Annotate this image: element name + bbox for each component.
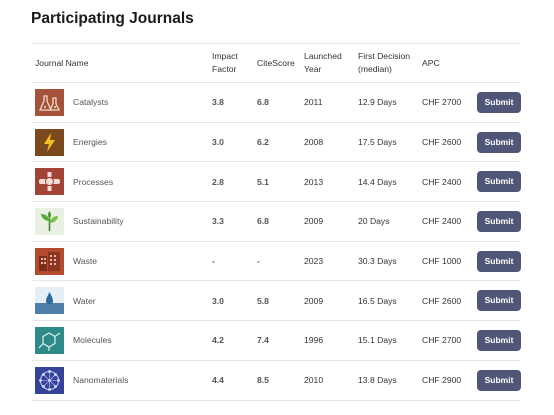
header-action [473,43,521,83]
citescore-value: 7.4 [253,320,300,361]
table-row: Energies 3.0 6.2 2008 17.5 Days CHF 2600… [31,122,521,163]
submit-button-nanomaterials[interactable]: Submit [477,369,521,391]
first-decision-value: 16.5 Days [354,280,418,322]
catalysts-flask-icon[interactable] [35,88,64,116]
impact-factor-value: 3.3 [208,201,253,242]
submit-button-sustainability[interactable]: Submit [477,210,521,232]
action-cell: Submit [473,201,521,242]
submit-button-molecules[interactable]: Submit [477,329,521,351]
apc-value: CHF 2600 [418,280,473,322]
journal-cell: Processes [31,161,208,203]
citescore-value: 8.5 [253,360,300,401]
apc-value: CHF 2700 [418,320,473,361]
table-row: Sustainability 3.3 6.8 2009 20 Days CHF … [31,201,521,242]
journals-table: Journal Name Impact Factor CiteScore Laun… [31,43,521,401]
journal-name-molecules[interactable]: Molecules [73,335,112,345]
apc-value: CHF 2900 [418,360,473,401]
apc-value: CHF 2400 [418,161,473,203]
apc-value: CHF 2600 [418,122,473,163]
action-cell: Submit [473,82,521,123]
citescore-value: 5.1 [253,161,300,203]
journal-name-water[interactable]: Water [73,296,96,306]
submit-button-energies[interactable]: Submit [477,131,521,153]
impact-factor-value: 3.0 [208,122,253,163]
table-row: Nanomaterials 4.4 8.5 2010 13.8 Days CHF… [31,360,521,401]
header-launched-year: Launched Year [300,43,354,83]
water-drop-icon[interactable] [35,287,64,315]
journal-cell: Nanomaterials [31,360,208,401]
action-cell: Submit [473,122,521,163]
nanomaterials-sphere-icon[interactable] [35,366,64,394]
table-row: Waste - - 2023 30.3 Days CHF 1000 Submit [31,241,521,282]
molecules-structure-icon[interactable] [35,326,64,354]
submit-button-catalysts[interactable]: Submit [477,91,521,113]
launched-year-value: 2009 [300,280,354,322]
action-cell: Submit [473,241,521,282]
first-decision-value: 17.5 Days [354,122,418,163]
submit-button-waste[interactable]: Submit [477,250,521,272]
sustainability-plant-icon[interactable] [35,207,64,235]
launched-year-value: 1996 [300,320,354,361]
impact-factor-value: - [208,241,253,282]
journal-name-sustainability[interactable]: Sustainability [73,216,124,226]
impact-factor-value: 4.2 [208,320,253,361]
header-impact-factor: Impact Factor [208,43,253,83]
first-decision-value: 14.4 Days [354,161,418,203]
first-decision-value: 30.3 Days [354,241,418,282]
waste-building-icon[interactable] [35,247,64,275]
first-decision-value: 12.9 Days [354,82,418,123]
page-title: Participating Journals [31,10,194,27]
submit-button-processes[interactable]: Submit [477,171,521,193]
citescore-value: 5.8 [253,280,300,322]
action-cell: Submit [473,161,521,203]
table-row: Molecules 4.2 7.4 1996 15.1 Days CHF 270… [31,320,521,361]
impact-factor-value: 4.4 [208,360,253,401]
first-decision-value: 13.8 Days [354,360,418,401]
launched-year-value: 2011 [300,82,354,123]
launched-year-value: 2013 [300,161,354,203]
journal-cell: Energies [31,122,208,163]
launched-year-value: 2023 [300,241,354,282]
table-row: Processes 2.8 5.1 2013 14.4 Days CHF 240… [31,161,521,203]
first-decision-value: 20 Days [354,201,418,242]
apc-value: CHF 2700 [418,82,473,123]
table-row: Catalysts 3.8 6.8 2011 12.9 Days CHF 270… [31,82,521,123]
citescore-value: - [253,241,300,282]
impact-factor-value: 3.8 [208,82,253,123]
journal-name-waste[interactable]: Waste [73,256,97,266]
header-journal-name: Journal Name [31,43,208,83]
journal-cell: Molecules [31,320,208,361]
journal-cell: Catalysts [31,82,208,123]
table-row: Water 3.0 5.8 2009 16.5 Days CHF 2600 Su… [31,280,521,322]
impact-factor-value: 2.8 [208,161,253,203]
journal-name-catalysts[interactable]: Catalysts [73,97,108,107]
launched-year-value: 2010 [300,360,354,401]
first-decision-value: 15.1 Days [354,320,418,361]
action-cell: Submit [473,320,521,361]
journal-cell: Waste [31,241,208,282]
header-citescore: CiteScore [253,43,300,83]
launched-year-value: 2009 [300,201,354,242]
table-header-row: Journal Name Impact Factor CiteScore Laun… [31,43,521,83]
citescore-value: 6.8 [253,82,300,123]
impact-factor-value: 3.0 [208,280,253,322]
journal-cell: Water [31,280,208,322]
apc-value: CHF 2400 [418,201,473,242]
apc-value: CHF 1000 [418,241,473,282]
processes-pipe-icon[interactable] [35,168,64,196]
journal-name-nanomaterials[interactable]: Nanomaterials [73,375,128,385]
action-cell: Submit [473,280,521,322]
journal-name-energies[interactable]: Energies [73,137,107,147]
launched-year-value: 2008 [300,122,354,163]
action-cell: Submit [473,360,521,401]
citescore-value: 6.8 [253,201,300,242]
citescore-value: 6.2 [253,122,300,163]
energies-lightning-icon[interactable] [35,128,64,156]
journal-cell: Sustainability [31,201,208,242]
journal-name-processes[interactable]: Processes [73,177,113,187]
header-apc: APC [418,43,473,83]
header-first-decision: First Decision (median) [354,43,418,83]
submit-button-water[interactable]: Submit [477,290,521,312]
